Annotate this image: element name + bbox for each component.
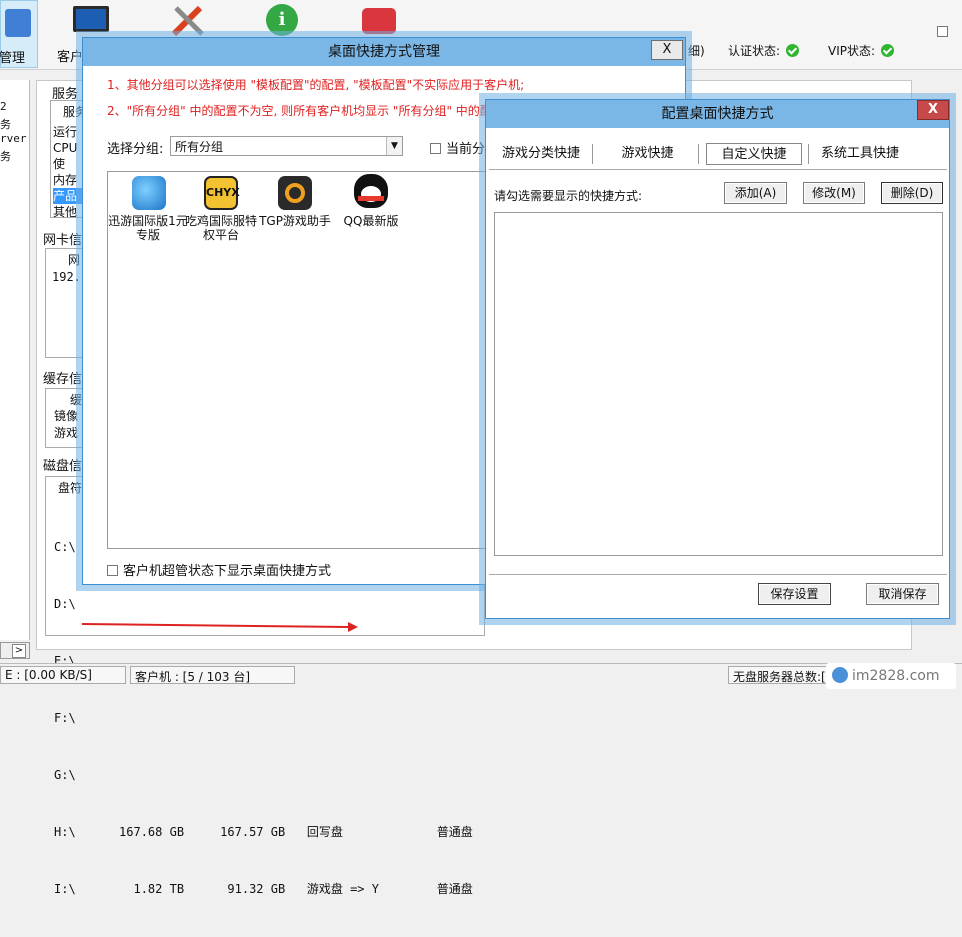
left-nav-strip: 2 务 rver 务 (0, 80, 30, 640)
disk-row[interactable]: D:\ (54, 595, 484, 614)
scroll-right-icon[interactable]: > (12, 644, 26, 658)
toolbar-label-management: 管理 (0, 51, 26, 66)
disk-row[interactable]: I:\ 1.82 TB 91.32 GB 游戏盘 => Y 普通盘 (54, 880, 484, 899)
auth-status: 认证状态: (728, 42, 800, 59)
nic-group-title: 网卡信 (43, 233, 83, 248)
group-select-label: 选择分组: (107, 142, 164, 157)
info-icon: i (266, 4, 298, 36)
tools-icon (171, 5, 204, 37)
tab-system-tools[interactable]: 系统工具快捷 (815, 143, 905, 165)
checkbox-icon[interactable] (430, 143, 441, 154)
chiji-icon[interactable]: CHYX (204, 176, 240, 210)
delete-button[interactable]: 删除(D) (881, 182, 943, 204)
left-text-1: 务 (0, 118, 11, 131)
app-label-chiji[interactable]: 吃鸡国际服特权平台 (181, 214, 261, 242)
message-icon (362, 8, 396, 34)
superadmin-checkbox[interactable]: 客户机超管状态下显示桌面快捷方式 (107, 560, 331, 579)
dialog-title: 桌面快捷方式管理 (328, 44, 440, 60)
app-label-xunyou[interactable]: 迅游国际版1元专版 (108, 214, 188, 242)
watermark: im2828.com (826, 663, 956, 689)
tab-game-category[interactable]: 游戏分类快捷 (495, 143, 587, 165)
cache-group-title: 缓存信 (43, 372, 83, 387)
superadmin-checkbox-label: 客户机超管状态下显示桌面快捷方式 (123, 564, 332, 579)
current-group-label: 当前分 (446, 142, 486, 157)
dialog-title: 配置桌面快捷方式 (661, 106, 774, 122)
custom-shortcut-list[interactable] (494, 212, 943, 556)
app-label-qq[interactable]: QQ最新版 (331, 214, 411, 228)
note-line-1: 1、其他分组可以选择使用 "模板配置"的配置, "模板配置"不实际应用于客户机; (107, 78, 525, 92)
monitor-icon (73, 6, 109, 32)
tab-custom[interactable]: 自定义快捷 (706, 143, 802, 165)
toolbar-label-clients: 客户 (57, 50, 84, 65)
watermark-text: im2828.com (852, 668, 940, 684)
left-text-0: 2 (0, 100, 7, 113)
disk-row[interactable]: H:\ 167.68 GB 167.57 GB 回写盘 普通盘 (54, 823, 484, 842)
left-text-2: rver (0, 132, 27, 145)
shortcut-list: 迅游国际版1元专版 CHYX 吃鸡国际服特权平台 TGP游戏助手 QQ最新版 (107, 171, 527, 549)
red-arrow-annotation (81, 622, 358, 632)
left-text-3: 务 (0, 150, 11, 163)
close-icon[interactable]: X (651, 40, 683, 60)
current-group-checkbox[interactable]: 当前分 (430, 138, 485, 157)
qq-icon[interactable] (354, 174, 388, 208)
watermark-logo-icon (832, 667, 848, 683)
check-icon (786, 44, 800, 57)
vip-status: VIP状态: (828, 42, 895, 59)
note-line-2: 2、"所有分组" 中的配置不为空, 则所有客户机均显示 "所有分组" 中的配 (107, 104, 492, 118)
server-total-status: 无盘服务器总数:[ (728, 666, 833, 684)
add-button[interactable]: 添加(A) (724, 182, 787, 204)
group-select-value: 所有分组 (175, 140, 224, 154)
chevron-down-icon[interactable]: ▼ (386, 137, 402, 155)
tab-game-shortcut[interactable]: 游戏快捷 (610, 143, 685, 165)
right-edge-checkbox[interactable] (937, 26, 948, 37)
speed-status: E : [0.00 KB/S] (0, 666, 126, 684)
toolbar-button-management[interactable]: 管理 (0, 0, 38, 68)
dialog-title-bar: 配置桌面快捷方式 (486, 100, 949, 128)
save-button[interactable]: 保存设置 (758, 583, 831, 605)
shortcut-prompt: 请勾选需要显示的快捷方式: (494, 189, 643, 203)
close-icon[interactable]: X (917, 100, 949, 120)
disk-row[interactable]: G:\ (54, 766, 484, 785)
disk-group-title: 磁盘信 (43, 459, 83, 474)
app-label-tgp[interactable]: TGP游戏助手 (255, 214, 335, 228)
checkbox-icon[interactable] (107, 565, 118, 576)
disk-row[interactable]: F:\ (54, 709, 484, 728)
dialog-title-bar: 桌面快捷方式管理 (83, 38, 685, 66)
tgp-icon[interactable] (278, 176, 312, 210)
cancel-button[interactable]: 取消保存 (866, 583, 939, 605)
auth-status-label: 认证状态: (728, 44, 781, 58)
edit-button[interactable]: 修改(M) (803, 182, 865, 204)
status-detail-text: 细) (688, 44, 705, 58)
vip-status-label: VIP状态: (828, 44, 876, 58)
server-icon (5, 9, 31, 37)
xunyou-icon[interactable] (132, 176, 166, 210)
group-select[interactable]: 所有分组 ▼ (170, 136, 403, 156)
client-count-status: 客户机 : [5 / 103 台] (130, 666, 295, 684)
check-icon (881, 44, 895, 57)
